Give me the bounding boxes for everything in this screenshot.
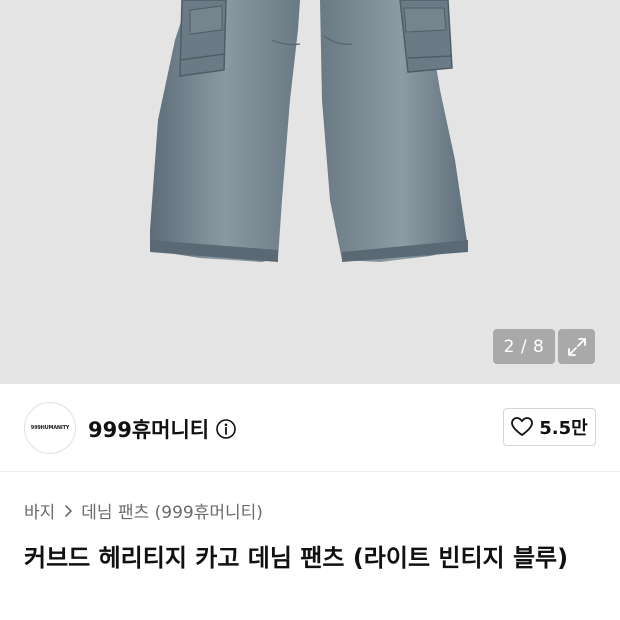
product-image-gallery[interactable]: 2 / 8 (0, 0, 620, 384)
brand-logo[interactable]: 999HUMANITY (24, 402, 76, 454)
brand-row: 999HUMANITY 999휴머니티 5.5만 (0, 384, 620, 472)
info-icon[interactable] (215, 418, 237, 440)
breadcrumb-item-denim-pants[interactable]: 데님 팬츠 (999휴머니티) (81, 498, 263, 523)
breadcrumb-item-pants[interactable]: 바지 (24, 498, 55, 523)
breadcrumb: 바지 데님 팬츠 (999휴머니티) (24, 498, 263, 523)
like-count: 5.5만 (539, 418, 588, 439)
chevron-right-icon (63, 504, 73, 518)
image-counter: 2 / 8 (493, 329, 555, 364)
heart-icon (511, 417, 534, 436)
expand-button[interactable] (558, 329, 595, 364)
product-title: 커브드 헤리티지 카고 데님 팬츠 (라이트 빈티지 블루) (24, 544, 569, 572)
brand-logo-text: 999HUMANITY (30, 425, 70, 431)
product-image (150, 0, 468, 262)
like-button[interactable]: 5.5만 (503, 408, 596, 446)
image-counter-text: 2 / 8 (503, 336, 545, 357)
expand-icon (567, 337, 586, 356)
brand-link[interactable]: 999휴머니티 (88, 414, 237, 444)
brand-name: 999휴머니티 (88, 418, 210, 442)
